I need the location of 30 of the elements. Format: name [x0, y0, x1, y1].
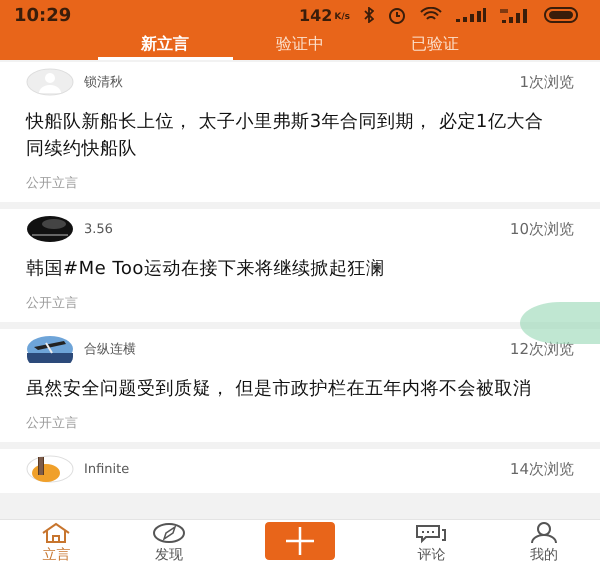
status-time: 10:29	[14, 4, 72, 26]
avatar-icon	[26, 68, 74, 96]
author-name: 锁清秋	[84, 74, 123, 91]
signal-icon	[500, 7, 530, 23]
post-title[interactable]: 快船队新船长上位， 太子小里弗斯3年合同到期， 必定1亿大合同续约快船队	[26, 108, 574, 162]
view-count: 14次浏览	[510, 460, 574, 478]
post-title[interactable]: 韩国#Me Too运动在接下来将继续掀起狂澜	[26, 255, 574, 282]
compass-icon	[152, 522, 186, 544]
post-title[interactable]: 虽然安全问题受到质疑， 但是市政护栏在五年内将不会被取消	[26, 375, 574, 402]
network-speed: 142	[298, 6, 332, 24]
author-name: Infinite	[84, 462, 130, 476]
view-count: 1次浏览	[519, 72, 574, 92]
visibility-label: 公开立言	[26, 295, 79, 312]
speed-unit: K/s	[334, 12, 350, 22]
nav-item[interactable]: 我的	[488, 520, 600, 566]
signal-icon	[456, 8, 486, 22]
nav-item[interactable]: 评论	[375, 520, 488, 566]
nav-item[interactable]: 发现	[112, 520, 225, 566]
battery-icon	[544, 7, 578, 23]
view-count: 12次浏览	[510, 340, 574, 358]
comment-icon	[414, 522, 448, 544]
alarm-icon	[388, 6, 406, 24]
bluetooth-icon	[364, 7, 374, 23]
visibility-label: 公开立言	[26, 415, 79, 432]
add-button[interactable]	[265, 522, 335, 560]
author-name: 3.56	[84, 222, 113, 236]
view-count: 10次浏览	[510, 220, 574, 238]
plus-icon	[285, 526, 315, 556]
author-name: 合纵连横	[84, 341, 136, 358]
visibility-label: 公开立言	[26, 175, 79, 192]
